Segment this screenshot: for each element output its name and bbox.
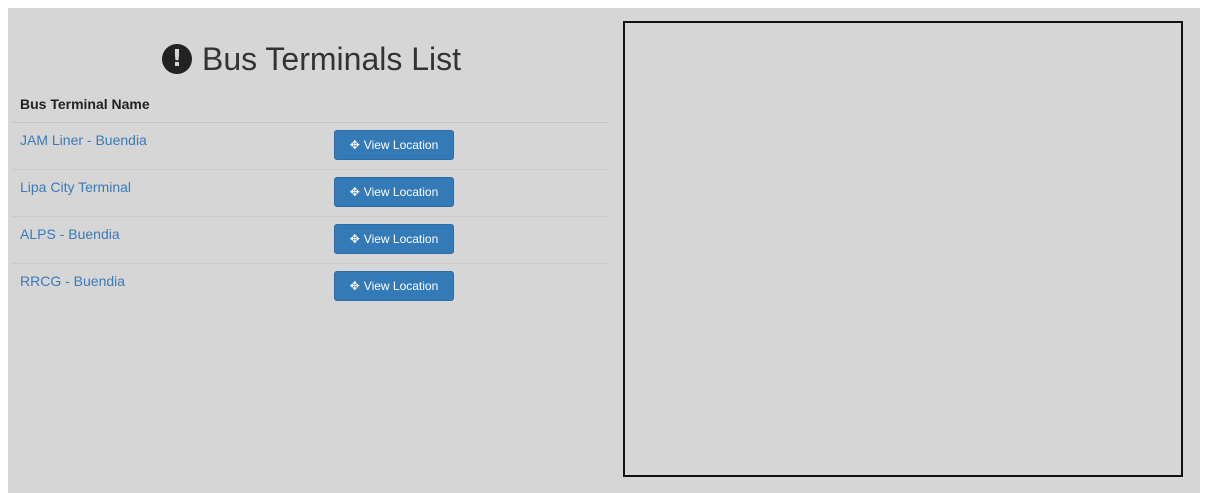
- move-arrows-icon: ✥: [349, 185, 360, 199]
- move-arrows-icon: ✥: [349, 138, 360, 152]
- terminal-link[interactable]: RRCG - Buendia: [20, 273, 125, 289]
- view-location-label: View Location: [363, 185, 439, 199]
- view-location-button[interactable]: ✥ View Location: [334, 130, 454, 160]
- table-row: RRCG - Buendia ✥ View Location: [12, 264, 608, 310]
- view-location-label: View Location: [363, 232, 439, 246]
- view-location-button[interactable]: ✥ View Location: [334, 271, 454, 301]
- move-arrows-icon: ✥: [349, 232, 360, 246]
- page-title-text: Bus Terminals List: [201, 41, 462, 77]
- table-row: ALPS - Buendia ✥ View Location: [12, 217, 608, 264]
- terminal-table: Bus Terminal Name JAM Liner - Buendia ✥ …: [12, 92, 608, 310]
- terminal-link[interactable]: Lipa City Terminal: [20, 179, 131, 195]
- view-location-label: View Location: [363, 279, 439, 293]
- terminal-list-panel: ! Bus Terminals List Bus Terminal Name J…: [8, 8, 608, 493]
- view-location-label: View Location: [363, 138, 439, 152]
- page-background: ! Bus Terminals List Bus Terminal Name J…: [8, 8, 1200, 493]
- table-row: Lipa City Terminal ✥ View Location: [12, 170, 608, 217]
- view-location-button[interactable]: ✥ View Location: [334, 224, 454, 254]
- terminal-link[interactable]: ALPS - Buendia: [20, 226, 120, 242]
- view-location-button[interactable]: ✥ View Location: [334, 177, 454, 207]
- terminal-link[interactable]: JAM Liner - Buendia: [20, 132, 147, 148]
- map-frame[interactable]: [623, 21, 1183, 477]
- column-header-terminal-name: Bus Terminal Name: [12, 92, 608, 123]
- exclamation-circle-icon: !: [161, 44, 192, 74]
- table-row: JAM Liner - Buendia ✥ View Location: [12, 123, 608, 170]
- move-arrows-icon: ✥: [349, 279, 360, 293]
- page-title: ! Bus Terminals List: [8, 39, 615, 79]
